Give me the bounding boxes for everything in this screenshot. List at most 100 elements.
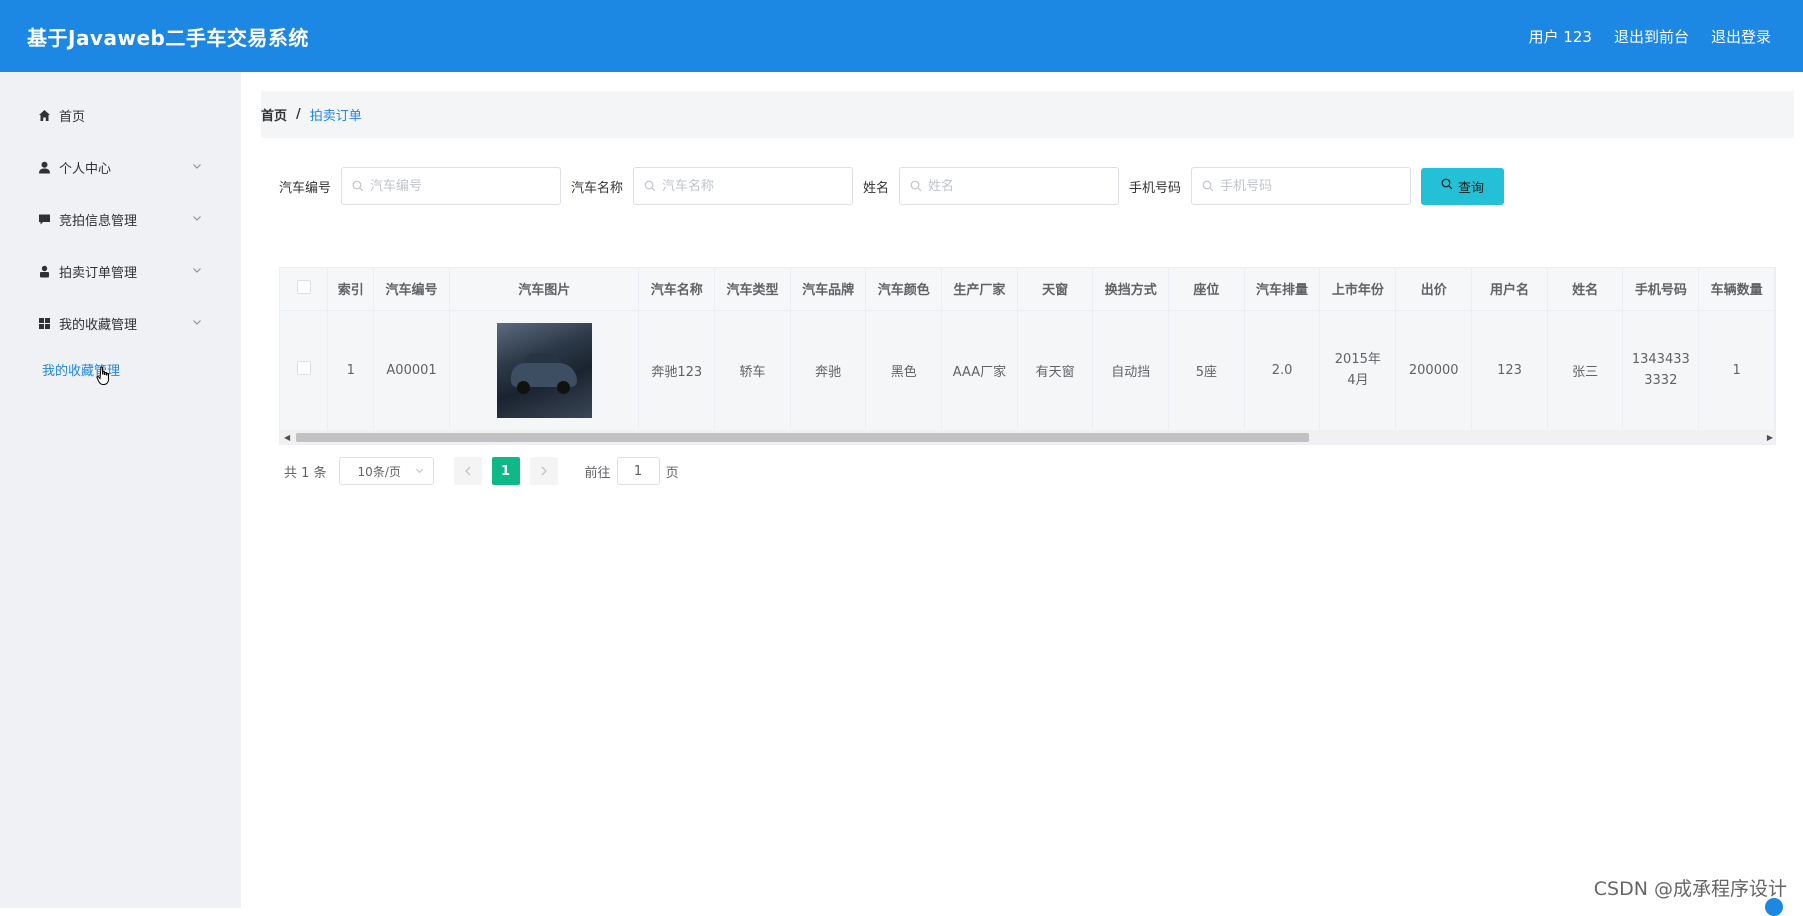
column-header: 用户名	[1472, 268, 1548, 310]
select-all-checkbox[interactable]	[297, 280, 311, 294]
column-header: 汽车品牌	[790, 268, 866, 310]
car-name-label: 汽车名称	[571, 177, 623, 196]
row-select-cell	[280, 310, 328, 430]
column-header: 汽车名称	[639, 268, 715, 310]
query-button-label: 查询	[1458, 177, 1484, 196]
horizontal-scrollbar[interactable]: ◀ ▶	[280, 430, 1776, 444]
cell-phone: 13434333332	[1623, 310, 1699, 430]
name-label: 姓名	[863, 177, 889, 196]
watermark: CSDN @成承程序设计	[1594, 874, 1787, 901]
scroll-left-icon[interactable]: ◀	[284, 433, 290, 442]
phone-input[interactable]	[1220, 179, 1400, 194]
sidebar-item-label: 我的收藏管理	[59, 314, 137, 333]
cell-username: 123	[1472, 310, 1548, 430]
car-no-field[interactable]	[341, 167, 561, 205]
page-unit-label: 页	[666, 462, 679, 481]
car-no-input[interactable]	[370, 179, 550, 194]
top-header: 基于Javaweb二手车交易系统 用户 123 退出到前台 退出登录	[0, 0, 1803, 72]
search-icon	[1441, 178, 1453, 194]
cell-name: 张三	[1547, 310, 1623, 430]
name-field[interactable]	[899, 167, 1119, 205]
user-link[interactable]: 用户 123	[1529, 26, 1592, 47]
cell-car-name: 奔驰123	[639, 310, 715, 430]
logout-link[interactable]: 退出登录	[1711, 26, 1771, 47]
page-number-button[interactable]: 1	[492, 457, 520, 485]
phone-label: 手机号码	[1129, 177, 1181, 196]
sidebar-item-label: 拍卖订单管理	[59, 262, 137, 281]
grid-icon	[37, 316, 51, 330]
sidebar-item-personal-center[interactable]: 个人中心	[0, 141, 241, 193]
chevron-down-icon	[192, 212, 202, 227]
sidebar-item-label: 竞拍信息管理	[59, 210, 137, 229]
name-input[interactable]	[928, 179, 1108, 194]
search-icon	[352, 177, 364, 196]
column-header: 出价	[1396, 268, 1472, 310]
orders-table: 索引 汽车编号 汽车图片 汽车名称 汽车类型 汽车品牌 汽车颜色 生产厂家 天窗…	[279, 267, 1776, 445]
submenu-item-my-favorites[interactable]: 我的收藏管理	[0, 349, 241, 389]
user-icon	[37, 160, 51, 174]
car-photo	[497, 323, 592, 418]
query-button[interactable]: 查询	[1421, 168, 1504, 205]
sidebar-item-label: 首页	[59, 106, 85, 125]
page-size-select[interactable]: 10条/页	[339, 457, 434, 485]
car-name-input[interactable]	[662, 179, 842, 194]
search-icon	[910, 177, 922, 196]
cell-car-type: 轿车	[715, 310, 791, 430]
goto-page-input[interactable]	[617, 457, 660, 485]
cell-year: 2015年4月	[1320, 310, 1396, 430]
row-checkbox[interactable]	[297, 361, 311, 375]
sidebar: 首页 个人中心 竞拍信息管理 拍卖订单管理 我的收藏管理	[0, 72, 241, 908]
sidebar-item-home[interactable]: 首页	[0, 89, 241, 141]
column-header: 车辆数量	[1699, 268, 1775, 310]
column-header: 上市年份	[1320, 268, 1396, 310]
table-row[interactable]: 1 A00001 奔驰123 轿车 奔驰 黑色 AAA厂家 有天窗 自动挡 5座…	[280, 310, 1775, 430]
floating-button[interactable]	[1765, 898, 1783, 916]
scrollbar-thumb[interactable]	[296, 433, 1309, 442]
sidebar-item-auction-info[interactable]: 竞拍信息管理	[0, 193, 241, 245]
prev-page-button[interactable]	[454, 457, 482, 485]
column-header: 姓名	[1547, 268, 1623, 310]
hand-cursor-icon	[96, 366, 112, 390]
breadcrumb-current: 拍卖订单	[310, 105, 362, 124]
scroll-right-icon[interactable]: ▶	[1767, 433, 1773, 442]
total-count: 共 1 条	[284, 462, 327, 481]
home-icon	[37, 108, 51, 122]
column-header: 座位	[1169, 268, 1245, 310]
column-header: 手机号码	[1623, 268, 1699, 310]
car-name-field[interactable]	[633, 167, 853, 205]
search-icon	[1202, 177, 1214, 196]
cell-brand: 奔驰	[790, 310, 866, 430]
column-header: 汽车图片	[449, 268, 638, 310]
next-page-button[interactable]	[530, 457, 558, 485]
back-to-frontend-link[interactable]: 退出到前台	[1614, 26, 1689, 47]
sidebar-item-auction-orders[interactable]: 拍卖订单管理	[0, 245, 241, 297]
select-all-cell	[280, 268, 328, 310]
breadcrumb-home[interactable]: 首页	[261, 105, 287, 124]
cell-seats: 5座	[1169, 310, 1245, 430]
comment-icon	[37, 212, 51, 226]
search-icon	[644, 177, 656, 196]
cell-car-image	[449, 310, 638, 430]
sidebar-item-my-favorites[interactable]: 我的收藏管理	[0, 297, 241, 349]
page-size-value: 10条/页	[358, 463, 401, 480]
column-header: 索引	[328, 268, 374, 310]
column-header: 汽车编号	[374, 268, 450, 310]
column-header: 汽车类型	[715, 268, 791, 310]
phone-field[interactable]	[1191, 167, 1411, 205]
search-bar: 汽车编号 汽车名称 姓名 手机号码 查询	[279, 167, 1504, 205]
sidebar-item-label: 个人中心	[59, 158, 111, 177]
person-icon	[37, 264, 51, 278]
column-header: 汽车颜色	[866, 268, 942, 310]
chevron-down-icon	[415, 464, 424, 478]
column-header: 生产厂家	[942, 268, 1018, 310]
goto-label: 前往	[585, 462, 611, 481]
header-links: 用户 123 退出到前台 退出登录	[1529, 26, 1771, 47]
column-header: 天窗	[1017, 268, 1093, 310]
breadcrumb-separator: /	[296, 107, 301, 122]
chevron-down-icon	[192, 160, 202, 175]
cell-maker: AAA厂家	[942, 310, 1018, 430]
cell-bid: 200000	[1396, 310, 1472, 430]
cell-color: 黑色	[866, 310, 942, 430]
chevron-down-icon	[192, 264, 202, 279]
pagination: 共 1 条 10条/页 1 前往 页	[284, 457, 679, 485]
